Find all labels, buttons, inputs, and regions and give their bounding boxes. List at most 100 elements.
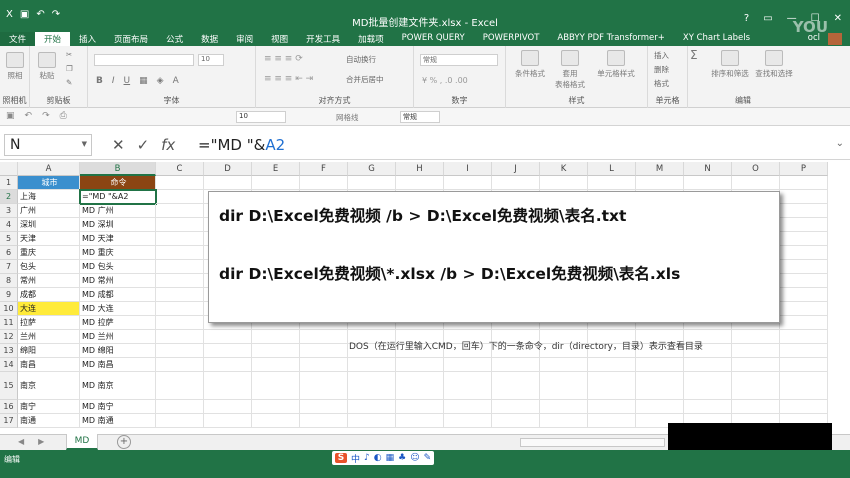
- cell-o13[interactable]: [732, 344, 780, 358]
- cell-a4[interactable]: 深圳: [18, 218, 80, 232]
- cell-e1[interactable]: [252, 176, 300, 190]
- cell-styles-button[interactable]: 单元格样式: [592, 50, 640, 79]
- underline-icon[interactable]: U: [124, 76, 131, 86]
- row-header[interactable]: 4: [0, 218, 18, 232]
- column-header-i[interactable]: I: [444, 162, 492, 176]
- cut-button[interactable]: ✂: [66, 50, 72, 59]
- tab-data[interactable]: 数据: [192, 32, 227, 46]
- cell-g1[interactable]: [348, 176, 396, 190]
- tab-powerpivot[interactable]: POWERPIVOT: [474, 32, 549, 46]
- cell-j17[interactable]: [492, 414, 540, 428]
- cell-c16[interactable]: [156, 400, 204, 414]
- cell-g16[interactable]: [348, 400, 396, 414]
- cell-p8[interactable]: [780, 274, 828, 288]
- copy-button[interactable]: ❐: [66, 64, 73, 73]
- cell-p11[interactable]: [780, 316, 828, 330]
- sheet-tab-md[interactable]: MD: [66, 434, 98, 450]
- camera-button[interactable]: 照相: [6, 52, 24, 81]
- cell-k15[interactable]: [540, 372, 588, 400]
- cell-e16[interactable]: [252, 400, 300, 414]
- cell-b10[interactable]: MD 大连: [80, 302, 156, 316]
- cell-a3[interactable]: 广州: [18, 204, 80, 218]
- cell-n14[interactable]: [684, 358, 732, 372]
- cell-h16[interactable]: [396, 400, 444, 414]
- row-header[interactable]: 10: [0, 302, 18, 316]
- row-header[interactable]: 11: [0, 316, 18, 330]
- column-header-h[interactable]: H: [396, 162, 444, 176]
- redo-icon[interactable]: ↷: [42, 111, 50, 121]
- cell-b6[interactable]: MD 重庆: [80, 246, 156, 260]
- cell-d14[interactable]: [204, 358, 252, 372]
- cell-o12[interactable]: [732, 330, 780, 344]
- row-header[interactable]: 6: [0, 246, 18, 260]
- cell-a8[interactable]: 常州: [18, 274, 80, 288]
- cell-e15[interactable]: [252, 372, 300, 400]
- row-header[interactable]: 15: [0, 372, 18, 400]
- ime-toolbar[interactable]: S 中 ♪ ◐ ▦ ♣ ☺ ✎: [332, 451, 435, 465]
- cell-n16[interactable]: [684, 400, 732, 414]
- cell-b11[interactable]: MD 拉萨: [80, 316, 156, 330]
- tab-file[interactable]: 文件: [0, 32, 36, 46]
- cell-a6[interactable]: 重庆: [18, 246, 80, 260]
- tab-addins[interactable]: 加载项: [349, 32, 393, 46]
- cell-j15[interactable]: [492, 372, 540, 400]
- row-header[interactable]: 16: [0, 400, 18, 414]
- cell-j1[interactable]: [492, 176, 540, 190]
- cell-d13[interactable]: [204, 344, 252, 358]
- column-header-e[interactable]: E: [252, 162, 300, 176]
- border-icon[interactable]: ▦: [139, 76, 148, 86]
- toolbar-font-size[interactable]: 10: [236, 111, 286, 123]
- row-header[interactable]: 2: [0, 190, 18, 204]
- cell-b4[interactable]: MD 深圳: [80, 218, 156, 232]
- conditional-format-button[interactable]: 条件格式: [512, 50, 548, 79]
- align-top-icons[interactable]: ≡ ≡ ≡ ⟳: [264, 54, 303, 64]
- cell-j14[interactable]: [492, 358, 540, 372]
- tab-review[interactable]: 审阅: [227, 32, 262, 46]
- column-header-c[interactable]: C: [156, 162, 204, 176]
- tab-formulas[interactable]: 公式: [157, 32, 192, 46]
- cell-h14[interactable]: [396, 358, 444, 372]
- number-format-icons[interactable]: ¥ % , .0 .00: [422, 76, 468, 85]
- cell-c15[interactable]: [156, 372, 204, 400]
- font-size-select[interactable]: 10: [198, 54, 224, 66]
- cell-c4[interactable]: [156, 218, 204, 232]
- maximize-icon[interactable]: ☐: [811, 13, 820, 24]
- cell-e17[interactable]: [252, 414, 300, 428]
- column-header-b[interactable]: B: [80, 162, 156, 176]
- cell-h17[interactable]: [396, 414, 444, 428]
- cell-c11[interactable]: [156, 316, 204, 330]
- cell-a13[interactable]: 绵阳: [18, 344, 80, 358]
- insert-cells-button[interactable]: 插入: [654, 50, 669, 61]
- cell-d17[interactable]: [204, 414, 252, 428]
- next-sheet-icon[interactable]: ▶: [38, 437, 44, 446]
- cell-f12[interactable]: [300, 330, 348, 344]
- tab-abbyy[interactable]: ABBYY PDF Transformer+: [548, 32, 674, 46]
- cell-b7[interactable]: MD 包头: [80, 260, 156, 274]
- tab-xy-chart-labels[interactable]: XY Chart Labels: [674, 32, 759, 46]
- row-header[interactable]: 14: [0, 358, 18, 372]
- column-header-d[interactable]: D: [204, 162, 252, 176]
- cell-p6[interactable]: [780, 246, 828, 260]
- cell-f1[interactable]: [300, 176, 348, 190]
- cell-f17[interactable]: [300, 414, 348, 428]
- cell-e12[interactable]: [252, 330, 300, 344]
- column-header-j[interactable]: J: [492, 162, 540, 176]
- cell-c5[interactable]: [156, 232, 204, 246]
- cell-p15[interactable]: [780, 372, 828, 400]
- cell-p12[interactable]: [780, 330, 828, 344]
- cell-b12[interactable]: MD 兰州: [80, 330, 156, 344]
- row-header[interactable]: 9: [0, 288, 18, 302]
- save-icon[interactable]: ▣: [6, 111, 15, 121]
- find-select-button[interactable]: 查找和选择: [752, 50, 796, 79]
- cell-d15[interactable]: [204, 372, 252, 400]
- cell-b1[interactable]: 命令: [80, 176, 156, 190]
- cell-a17[interactable]: 南通: [18, 414, 80, 428]
- cell-a16[interactable]: 南宁: [18, 400, 80, 414]
- cell-p5[interactable]: [780, 232, 828, 246]
- cell-c12[interactable]: [156, 330, 204, 344]
- cell-f13[interactable]: [300, 344, 348, 358]
- number-format-select[interactable]: 常规: [420, 54, 498, 66]
- cell-a7[interactable]: 包头: [18, 260, 80, 274]
- cell-m14[interactable]: [636, 358, 684, 372]
- row-header[interactable]: 1: [0, 176, 18, 190]
